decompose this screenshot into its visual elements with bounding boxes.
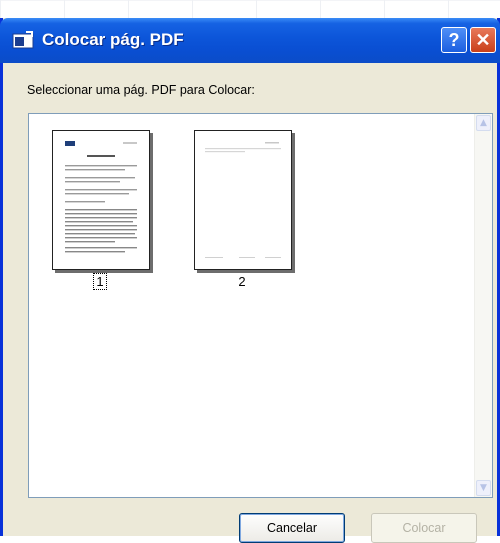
vertical-scrollbar[interactable]: ▲ ▼: [474, 114, 492, 497]
page-1-preview: [65, 141, 137, 253]
app-icon: [12, 31, 34, 49]
page-thumbnail-2[interactable]: [194, 130, 292, 270]
scroll-down-icon[interactable]: ▼: [476, 480, 491, 496]
title-bar[interactable]: Colocar pág. PDF ? ✕: [0, 18, 500, 63]
place-button[interactable]: Colocar: [371, 513, 477, 543]
page-2-preview: [205, 142, 281, 258]
help-button[interactable]: ?: [441, 27, 467, 53]
page-list[interactable]: 1 2 ▲ ▼: [28, 113, 493, 498]
instruction-label: Seleccionar uma pág. PDF para Colocar:: [27, 83, 255, 97]
page-thumbnail-1[interactable]: [52, 130, 150, 270]
close-button[interactable]: ✕: [470, 27, 496, 53]
page-label-2: 2: [238, 274, 246, 289]
scroll-up-icon[interactable]: ▲: [476, 115, 491, 131]
page-label-1: 1: [52, 273, 148, 290]
window-title: Colocar pág. PDF: [42, 30, 184, 49]
place-pdf-dialog: Colocar pág. PDF ? ✕ Seleccionar uma pág…: [0, 18, 500, 543]
cancel-button[interactable]: Cancelar: [239, 513, 345, 543]
